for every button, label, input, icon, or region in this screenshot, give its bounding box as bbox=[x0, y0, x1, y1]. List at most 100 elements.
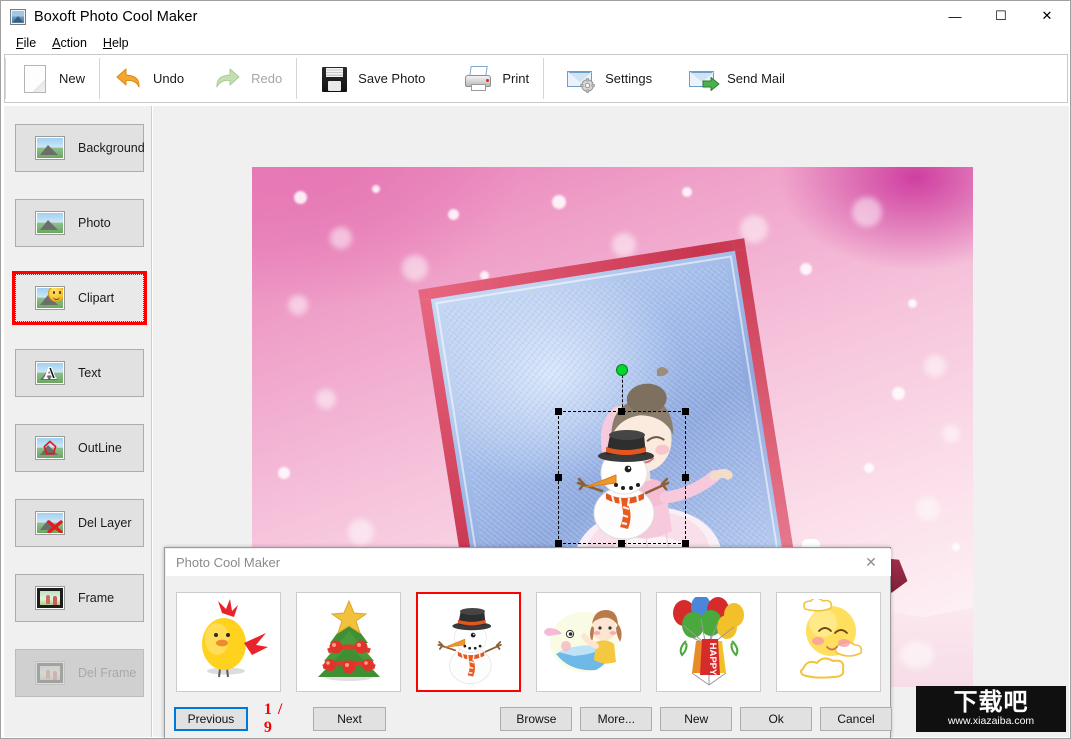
thumbnail-moon-cloud[interactable] bbox=[776, 591, 881, 692]
sidebar-item-frame-label: Frame bbox=[78, 591, 115, 605]
thumbnail-girl-bird[interactable] bbox=[536, 591, 641, 692]
clipart-picker-dialog: Photo Cool Maker ✕ HAPPY Previous 1 / 9 … bbox=[164, 547, 892, 738]
girl-bird-clipart-icon bbox=[543, 609, 622, 672]
site-watermark: 下载吧 www.xiazaiba.com bbox=[916, 686, 1066, 732]
resize-handle-middle-right[interactable] bbox=[682, 473, 689, 481]
thumbnail-chick[interactable] bbox=[176, 591, 281, 692]
photo-thumbnail-icon bbox=[35, 136, 65, 160]
bokeh-dot bbox=[348, 519, 374, 545]
toolbar-group-output: Save Photo Print bbox=[297, 55, 543, 102]
resize-handle-top-left[interactable] bbox=[555, 408, 562, 415]
bokeh-dot bbox=[372, 185, 380, 193]
cancel-button[interactable]: Cancel bbox=[820, 707, 892, 731]
bokeh-dot bbox=[316, 389, 336, 409]
photo-delete-x-icon bbox=[35, 511, 65, 535]
browse-button[interactable]: Browse bbox=[500, 707, 573, 731]
photo-letter-a-icon: A bbox=[35, 361, 65, 385]
bokeh-dot bbox=[800, 263, 812, 275]
dialog-close-icon[interactable]: ✕ bbox=[851, 549, 891, 576]
bokeh-dot bbox=[552, 195, 566, 209]
resize-handle-middle-left[interactable] bbox=[555, 473, 562, 481]
sidebar-item-clipart[interactable]: Clipart bbox=[15, 274, 144, 322]
printer-icon bbox=[463, 64, 493, 94]
bokeh-dot bbox=[294, 191, 307, 204]
sidebar-item-photo-label: Photo bbox=[78, 216, 111, 230]
toolbar-group-file: New bbox=[6, 55, 99, 102]
photo-thumbnail-icon bbox=[35, 211, 65, 235]
menu-item-help[interactable]: Help bbox=[96, 34, 136, 52]
bokeh-dot bbox=[612, 233, 636, 257]
balloon-banner-text: HAPPY bbox=[707, 642, 718, 675]
left-sidebar: Background Photo Clipart A Text OutLine … bbox=[4, 106, 152, 737]
sidebar-item-outline[interactable]: OutLine bbox=[15, 424, 144, 472]
print-button[interactable]: Print bbox=[439, 55, 543, 102]
bokeh-dot bbox=[852, 197, 882, 227]
floppy-disk-icon bbox=[319, 64, 349, 94]
sidebar-item-clipart-label: Clipart bbox=[78, 291, 115, 305]
new-button[interactable]: New bbox=[660, 707, 733, 731]
dialog-title: Photo Cool Maker bbox=[176, 555, 281, 570]
resize-handle-top-right[interactable] bbox=[682, 408, 689, 415]
thumbnail-snowman[interactable] bbox=[416, 591, 521, 692]
rotation-handle[interactable] bbox=[616, 364, 628, 376]
app-icon bbox=[10, 8, 26, 25]
moon-cloud-clipart-icon bbox=[799, 598, 862, 679]
bokeh-dot bbox=[952, 543, 960, 551]
undo-button-label: Undo bbox=[153, 71, 185, 86]
save-photo-button-label: Save Photo bbox=[358, 71, 426, 86]
resize-handle-bottom-left[interactable] bbox=[555, 540, 562, 547]
ok-button[interactable]: Ok bbox=[740, 707, 813, 731]
thumbnail-happy-balloons[interactable]: HAPPY bbox=[656, 591, 761, 692]
new-button[interactable]: New bbox=[6, 55, 99, 102]
sidebar-item-del-layer-label: Del Layer bbox=[78, 516, 132, 530]
menu-item-action[interactable]: Action bbox=[45, 34, 94, 52]
sidebar-item-frame[interactable]: Frame bbox=[15, 574, 144, 622]
more-button[interactable]: More... bbox=[580, 707, 653, 731]
redo-button-label: Redo bbox=[251, 71, 283, 86]
sidebar-item-photo[interactable]: Photo bbox=[15, 199, 144, 247]
resize-handle-bottom-right[interactable] bbox=[682, 540, 689, 547]
envelope-arrow-icon bbox=[688, 64, 720, 94]
resize-handle-bottom-center[interactable] bbox=[618, 540, 625, 547]
save-photo-button[interactable]: Save Photo bbox=[297, 55, 439, 102]
sidebar-item-text[interactable]: A Text bbox=[15, 349, 144, 397]
page-indicator: 1 / 9 bbox=[263, 701, 284, 736]
clipart-thumbnail-list: HAPPY bbox=[168, 577, 889, 706]
new-page-icon bbox=[20, 64, 50, 94]
bokeh-dot bbox=[924, 355, 946, 377]
close-icon[interactable]: ✕ bbox=[1024, 1, 1070, 31]
bokeh-dot bbox=[402, 255, 428, 281]
minimize-icon[interactable]: — bbox=[932, 1, 978, 31]
sidebar-item-del-layer[interactable]: Del Layer bbox=[15, 499, 144, 547]
envelope-gear-icon bbox=[566, 64, 596, 94]
bokeh-dot bbox=[278, 467, 290, 479]
new-button-label: New bbox=[59, 71, 86, 86]
redo-arrow-icon bbox=[212, 64, 242, 94]
photo-frame-icon bbox=[35, 661, 65, 685]
settings-button[interactable]: Settings bbox=[544, 55, 666, 102]
send-mail-button[interactable]: Send Mail bbox=[666, 55, 799, 102]
sidebar-item-del-frame[interactable]: Del Frame bbox=[15, 649, 144, 697]
sidebar-item-background[interactable]: Background bbox=[15, 124, 145, 172]
window-controls: — ☐ ✕ bbox=[932, 1, 1070, 31]
rotation-line bbox=[622, 370, 623, 412]
menu-item-file[interactable]: File bbox=[9, 34, 43, 52]
photo-smiley-icon bbox=[35, 286, 65, 310]
maximize-icon[interactable]: ☐ bbox=[978, 1, 1024, 31]
previous-button[interactable]: Previous bbox=[174, 707, 248, 731]
bokeh-dot bbox=[942, 425, 960, 443]
title-bar: Boxoft Photo Cool Maker — ☐ ✕ bbox=[1, 1, 1070, 32]
thumbnail-christmas-tree[interactable] bbox=[296, 591, 401, 692]
next-button[interactable]: Next bbox=[312, 707, 387, 731]
undo-button[interactable]: Undo bbox=[100, 55, 198, 102]
bokeh-dot bbox=[864, 463, 874, 473]
resize-handle-top-center[interactable] bbox=[618, 408, 625, 415]
bokeh-dot bbox=[908, 299, 917, 308]
dialog-button-bar: Previous 1 / 9 Next Browse More... New O… bbox=[165, 701, 892, 736]
redo-button[interactable]: Redo bbox=[198, 55, 296, 102]
snowman-clipart-layer[interactable] bbox=[566, 417, 678, 541]
settings-button-label: Settings bbox=[605, 71, 653, 86]
send-mail-button-label: Send Mail bbox=[727, 71, 785, 86]
menu-action-rest: ction bbox=[60, 36, 87, 50]
toolbar-group-mail: Settings Send Mail bbox=[544, 55, 799, 102]
